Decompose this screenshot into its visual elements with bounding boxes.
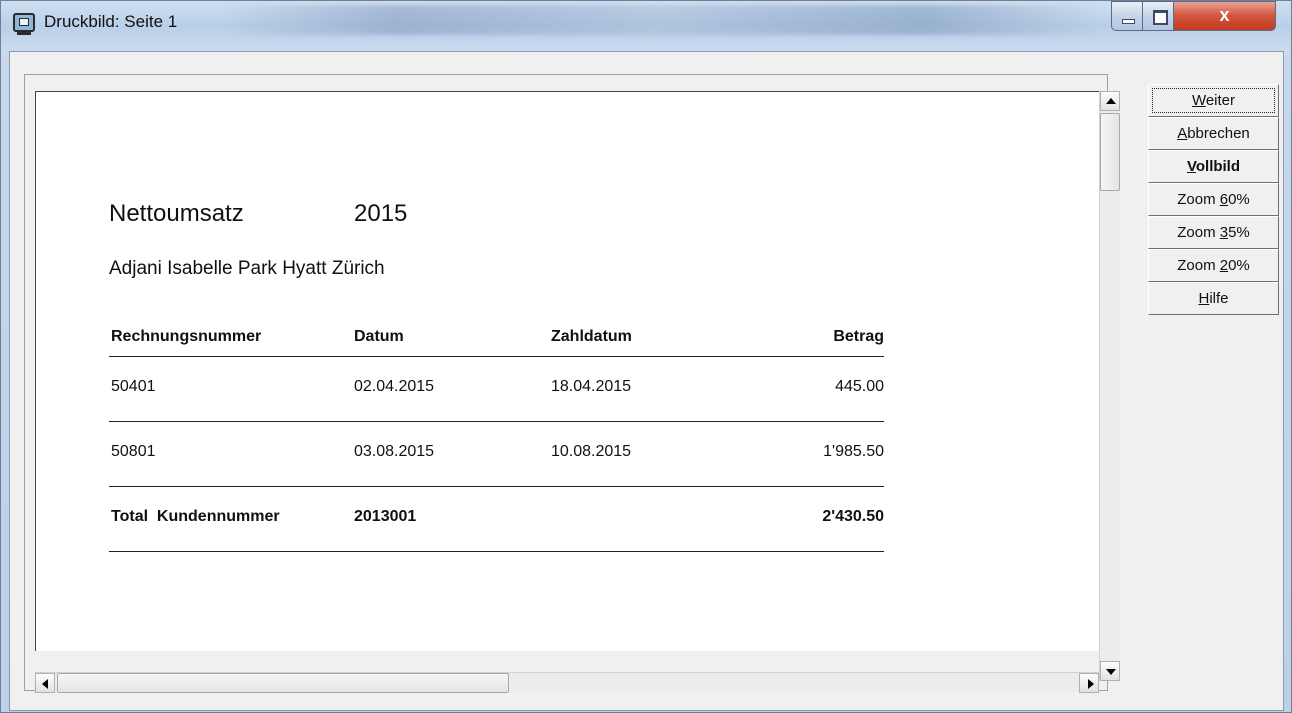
zoom-60-button[interactable]: Zoom 60% — [1148, 183, 1279, 216]
vollbild-button[interactable]: Vollbild — [1148, 150, 1279, 183]
scroll-down-button[interactable] — [1100, 661, 1120, 681]
header-datum: Datum — [354, 328, 404, 345]
total-kundennummer: 2013001 — [354, 508, 417, 525]
print-preview-window: Druckbild: Seite 1 x Nettoumsatz 2015 Ad… — [0, 0, 1292, 713]
cell-zahldatum: 10.08.2015 — [551, 443, 632, 460]
cell-datum: 03.08.2015 — [354, 443, 435, 460]
hilfe-button[interactable]: Hilfe — [1148, 282, 1279, 315]
title-bar[interactable]: Druckbild: Seite 1 x — [1, 1, 1291, 51]
header-rechnungsnummer: Rechnungsnummer — [111, 328, 262, 345]
monitor-stand — [17, 32, 31, 35]
report-table: Rechnungsnummer Datum Zahldatum Betrag 5… — [109, 328, 884, 552]
minimize-button[interactable] — [1111, 1, 1143, 31]
cell-betrag: 1'985.50 — [823, 443, 884, 460]
cell-datum: 02.04.2015 — [354, 378, 435, 395]
total-betrag: 2'430.50 — [822, 508, 884, 525]
side-button-panel: Weiter Abbrechen Vollbild Zoom 60% Zoom … — [1148, 84, 1279, 315]
vertical-scroll-thumb[interactable] — [1100, 113, 1120, 191]
scroll-up-button[interactable] — [1100, 91, 1120, 111]
preview-frame: Nettoumsatz 2015 Adjani Isabelle Park Hy… — [24, 74, 1120, 693]
cell-betrag: 445.00 — [835, 378, 884, 395]
scroll-left-button[interactable] — [35, 673, 55, 693]
close-button[interactable]: x — [1173, 1, 1276, 31]
zoom-35-button[interactable]: Zoom 35% — [1148, 216, 1279, 249]
blurred-background — [221, 5, 1101, 35]
zoom-20-button[interactable]: Zoom 20% — [1148, 249, 1279, 282]
chevron-up-icon — [1106, 98, 1116, 104]
table-total-row: Total Kundennummer 2013001 2'430.50 — [109, 487, 884, 552]
cell-zahldatum: 18.04.2015 — [551, 378, 632, 395]
client-area: Nettoumsatz 2015 Adjani Isabelle Park Hy… — [9, 51, 1284, 711]
close-icon: x — [1219, 5, 1230, 25]
horizontal-scroll-thumb[interactable] — [57, 673, 509, 693]
abbrechen-button[interactable]: Abbrechen — [1148, 117, 1279, 150]
horizontal-scrollbar[interactable] — [35, 672, 1099, 693]
chevron-down-icon — [1106, 669, 1116, 675]
report-title: Nettoumsatz — [109, 200, 244, 227]
report-page: Nettoumsatz 2015 Adjani Isabelle Park Hy… — [35, 91, 1099, 651]
chevron-right-icon — [1088, 679, 1094, 689]
table-row: 50401 02.04.2015 18.04.2015 445.00 — [109, 357, 884, 422]
report-year: 2015 — [354, 200, 408, 227]
window-title: Druckbild: Seite 1 — [44, 12, 178, 31]
total-label: Total Kundennummer — [111, 508, 280, 525]
monitor-icon — [13, 13, 35, 32]
header-zahldatum: Zahldatum — [551, 328, 632, 345]
scroll-right-button[interactable] — [1079, 673, 1099, 693]
header-betrag: Betrag — [833, 328, 884, 345]
chevron-left-icon — [42, 679, 48, 689]
cell-rechnungsnummer: 50801 — [111, 443, 156, 460]
report-subtitle: Adjani Isabelle Park Hyatt Zürich — [109, 258, 385, 279]
weiter-button[interactable]: Weiter — [1148, 84, 1279, 117]
table-row: 50801 03.08.2015 10.08.2015 1'985.50 — [109, 422, 884, 487]
maximize-button[interactable] — [1142, 1, 1174, 31]
cell-rechnungsnummer: 50401 — [111, 378, 156, 395]
vertical-scrollbar[interactable] — [1099, 91, 1120, 681]
table-header: Rechnungsnummer Datum Zahldatum Betrag — [109, 328, 884, 357]
